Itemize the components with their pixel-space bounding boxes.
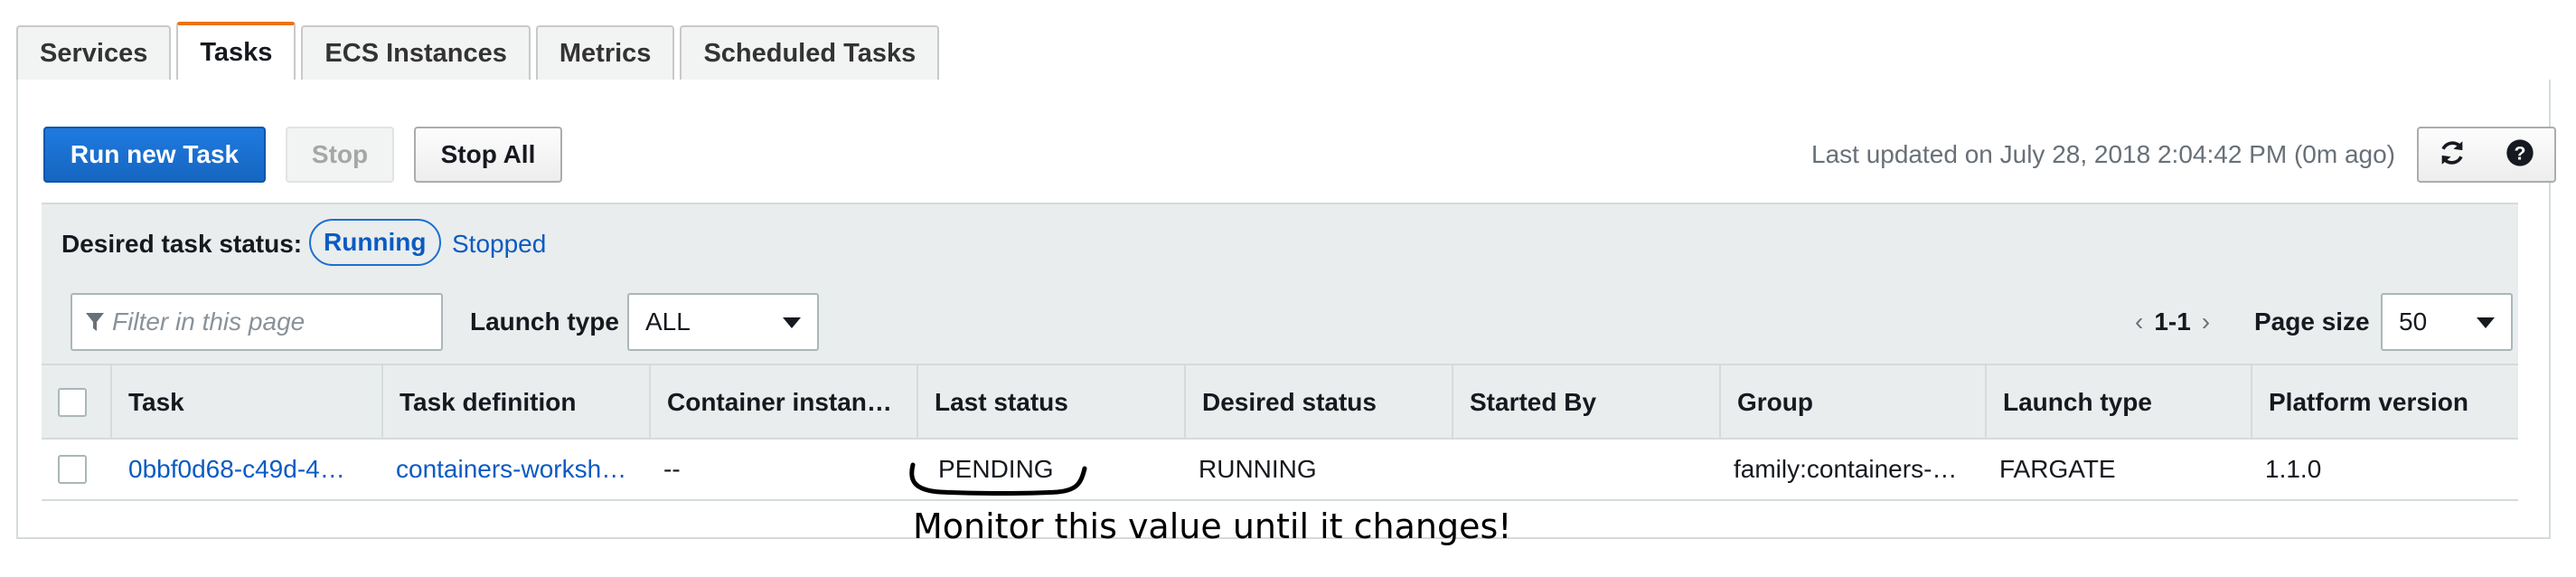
- stop-all-button[interactable]: Stop All: [414, 127, 562, 183]
- svg-text:?: ?: [2514, 142, 2525, 164]
- column-task[interactable]: Task: [110, 365, 381, 440]
- column-launch-type[interactable]: Launch type: [1985, 365, 2251, 440]
- chevron-down-icon: [783, 317, 801, 328]
- launch-type-label: Launch type: [470, 307, 619, 336]
- column-container-instance[interactable]: Container instan…: [649, 365, 917, 440]
- help-icon: ?: [2505, 138, 2534, 172]
- column-started-by[interactable]: Started By: [1452, 365, 1719, 440]
- select-all-checkbox[interactable]: [58, 388, 87, 417]
- row-checkbox[interactable]: [58, 455, 87, 484]
- stopped-filter-link[interactable]: Stopped: [452, 222, 546, 267]
- launch-type-select[interactable]: ALL: [627, 293, 819, 351]
- filter-input-box[interactable]: [71, 293, 443, 351]
- refresh-icon: [2437, 137, 2468, 173]
- task-id-link[interactable]: 0bbf0d68-c49d-4…: [114, 440, 381, 499]
- page-size-label: Page size: [2254, 307, 2370, 336]
- container-instance-cell: --: [663, 455, 681, 483]
- stop-button[interactable]: Stop: [286, 127, 394, 183]
- desired-status-label: Desired task status:: [61, 230, 303, 258]
- platform-version-cell: 1.1.0: [2265, 455, 2322, 483]
- run-new-task-button[interactable]: Run new Task: [43, 127, 266, 183]
- chevron-right-icon[interactable]: ›: [2202, 307, 2210, 336]
- pagination: ‹ 1-1 ›: [2135, 293, 2210, 351]
- annotation-underline: [909, 462, 1087, 496]
- table-row: 0bbf0d68-c49d-4… containers-worksh… -- P…: [42, 438, 2518, 501]
- filter-input[interactable]: [110, 307, 421, 337]
- launch-type-cell: FARGATE: [1999, 455, 2116, 483]
- running-filter-pill[interactable]: Running: [309, 219, 441, 266]
- page-range: 1-1: [2154, 307, 2191, 336]
- last-updated-text: Last updated on July 28, 2018 2:04:42 PM…: [1811, 140, 2395, 168]
- group-cell: family:containers-…: [1734, 455, 1958, 483]
- tab-tasks[interactable]: Tasks: [176, 22, 296, 80]
- tab-services[interactable]: Services: [16, 25, 172, 80]
- started-by-cell: [1452, 440, 1719, 499]
- column-task-definition[interactable]: Task definition: [381, 365, 649, 440]
- column-last-status[interactable]: Last status: [917, 365, 1184, 440]
- desired-status-cell: RUNNING: [1199, 455, 1317, 483]
- chevron-down-icon: [2477, 317, 2495, 328]
- chevron-left-icon[interactable]: ‹: [2135, 307, 2143, 336]
- table-header: Task Task definition Container instan… L…: [42, 364, 2518, 440]
- refresh-button[interactable]: [2417, 127, 2487, 183]
- launch-type-value: ALL: [645, 307, 691, 336]
- task-definition-link[interactable]: containers-worksh…: [381, 440, 649, 499]
- page-size-value: 50: [2399, 307, 2428, 336]
- annotation-text: Monitor this value until it changes!: [913, 506, 1512, 546]
- page-size-select[interactable]: 50: [2381, 293, 2513, 351]
- column-desired-status[interactable]: Desired status: [1184, 365, 1452, 440]
- column-group[interactable]: Group: [1719, 365, 1985, 440]
- tab-ecs-instances[interactable]: ECS Instances: [301, 25, 531, 80]
- help-button[interactable]: ?: [2486, 127, 2556, 183]
- filter-icon: [85, 311, 105, 333]
- tab-scheduled-tasks[interactable]: Scheduled Tasks: [680, 25, 940, 80]
- tab-metrics[interactable]: Metrics: [535, 25, 675, 80]
- tab-bar: Services Tasks ECS Instances Metrics Sch…: [16, 22, 945, 80]
- column-platform-version[interactable]: Platform version: [2251, 365, 2518, 440]
